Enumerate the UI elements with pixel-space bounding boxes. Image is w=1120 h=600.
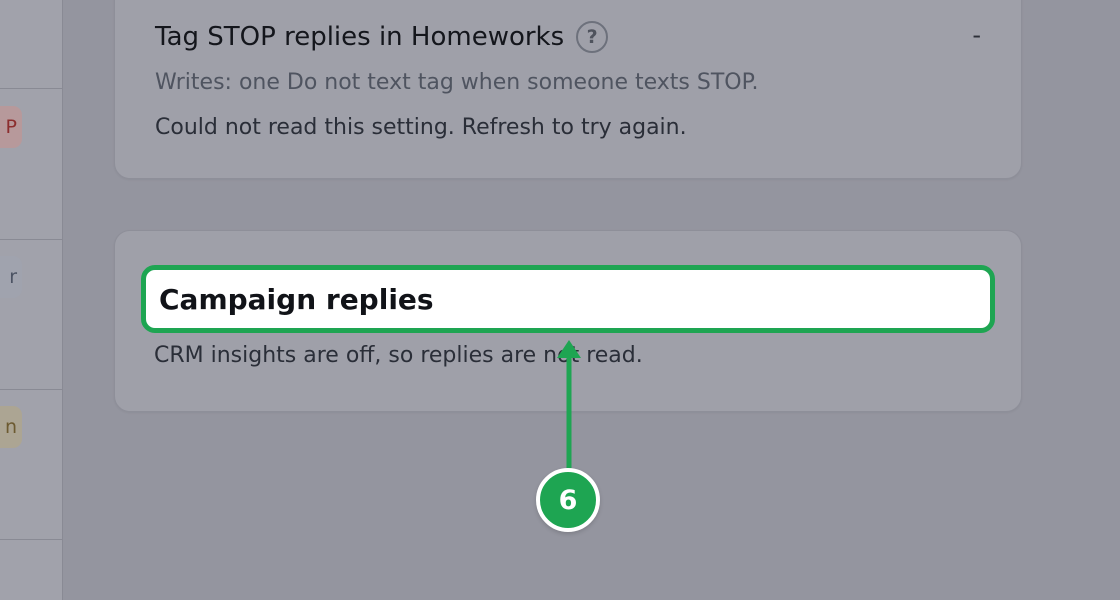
setting-title-text: Tag STOP replies in Homeworks [155,22,565,52]
campaign-replies-heading: Campaign replies [159,283,434,316]
setting-error-message: Could not read this setting. Refresh to … [155,115,687,140]
sidebar: P r n [0,0,63,600]
sidebar-row[interactable]: n [0,239,62,448]
sidebar-row[interactable]: r [0,89,62,298]
setting-writes-description: Writes: one Do not text tag when someone… [155,70,759,95]
annotation-arrow-icon [557,340,581,472]
help-icon[interactable]: ? [576,21,609,53]
setting-card-stop-replies: Tag STOP replies in Homeworks ? - Writes… [114,0,1022,179]
setting-title: Tag STOP replies in Homeworks ? [155,21,609,53]
step-number-badge: 6 [536,468,600,532]
sidebar-row[interactable] [0,389,62,540]
sidebar-row[interactable]: P [0,0,62,148]
highlighted-campaign-heading: Campaign replies [141,265,995,333]
setting-status-value: - [972,21,981,49]
